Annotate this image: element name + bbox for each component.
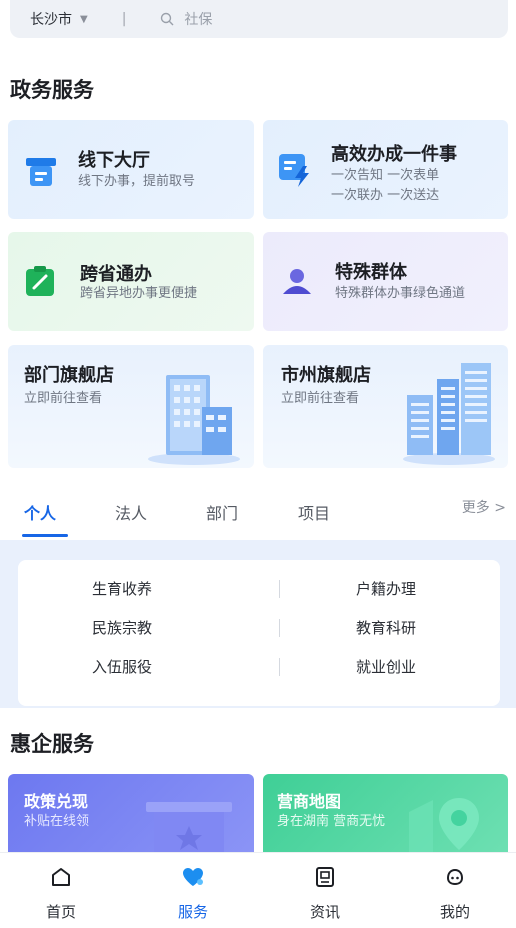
- clipboard-icon: [26, 266, 54, 296]
- card-business-map[interactable]: 营商地图 身在湖南 营商无忧: [263, 774, 508, 864]
- card-title: 部门旗舰店: [24, 365, 114, 386]
- card-title: 特殊群体: [335, 262, 407, 283]
- card-cross-province[interactable]: 跨省通办 跨省异地办事更便捷: [8, 232, 254, 331]
- nav-label: 服务: [177, 903, 208, 921]
- towers-icon: [403, 363, 495, 465]
- heart-icon: [183, 868, 203, 886]
- card-title: 跨省通办: [80, 264, 152, 285]
- hall-icon: [26, 158, 56, 186]
- building-icon: [148, 375, 240, 465]
- biz-services-title: 惠企服务: [10, 732, 94, 756]
- card-title: 线下大厅: [78, 150, 150, 171]
- profile-icon: [446, 868, 464, 886]
- card-subtitle: 线下办事，提前取号: [78, 174, 196, 189]
- card-city-store[interactable]: 市州旗舰店 立即前往查看: [263, 345, 508, 468]
- card-subtitle: 身在湖南 营商无忧: [277, 814, 386, 829]
- efficiency-icon: [279, 154, 309, 187]
- more-link[interactable]: 更多 >: [462, 497, 506, 517]
- group-icon: [283, 269, 311, 294]
- card-title: 市州旗舰店: [281, 365, 371, 386]
- card-dept-store[interactable]: 部门旗舰店 立即前往查看: [8, 345, 254, 468]
- card-subtitle-line2: 一次联办 一次送达: [331, 188, 440, 203]
- grid-item-education-research[interactable]: 教育科研: [356, 617, 416, 638]
- bottom-navigation: 首页 服务 资讯 我的: [0, 852, 516, 928]
- city-selector[interactable]: 长沙市: [30, 9, 72, 29]
- card-title: 营商地图: [277, 792, 342, 811]
- search-bar[interactable]: 长沙市 ▼ | 社保: [10, 0, 508, 38]
- search-icon: [161, 12, 174, 26]
- card-subtitle: 跨省异地办事更便捷: [80, 286, 198, 301]
- card-title: 高效办成一件事: [331, 144, 457, 165]
- nav-label: 我的: [439, 903, 470, 921]
- service-grid: [18, 560, 500, 706]
- search-divider: |: [121, 11, 127, 27]
- tab-legal-entity[interactable]: 法人: [115, 500, 147, 524]
- nav-profile[interactable]: 我的: [415, 853, 495, 928]
- search-input[interactable]: 社保: [184, 9, 212, 29]
- grid-item-ethnic-religion[interactable]: 民族宗教: [92, 617, 152, 638]
- gov-services-title: 政务服务: [10, 78, 94, 102]
- card-offline-hall[interactable]: 线下大厅 线下办事，提前取号: [8, 120, 254, 219]
- card-subtitle: 立即前往查看: [24, 391, 103, 406]
- news-icon: [316, 867, 334, 887]
- card-title: 政策兑现: [24, 792, 89, 811]
- card-policy-redemption[interactable]: 政策兑现 补贴在线领: [8, 774, 254, 864]
- card-subtitle: 补贴在线领: [24, 814, 90, 829]
- tab-project[interactable]: 项目: [298, 500, 330, 524]
- nav-label: 首页: [45, 903, 76, 921]
- card-subtitle-line1: 一次告知 一次表单: [331, 168, 440, 183]
- card-special-groups[interactable]: 特殊群体 特殊群体办事绿色通道: [263, 232, 508, 331]
- tab-department[interactable]: 部门: [206, 500, 238, 524]
- chevron-down-icon: ▼: [80, 13, 88, 25]
- home-icon: [52, 868, 70, 886]
- category-tabs: 个人 法人 部门 项目: [0, 490, 516, 538]
- grid-divider: [279, 658, 280, 676]
- tab-active-indicator: [22, 534, 68, 537]
- card-one-thing[interactable]: 高效办成一件事 一次告知 一次表单 一次联办 一次送达: [263, 120, 508, 219]
- grid-divider: [279, 619, 280, 637]
- nav-news[interactable]: 资讯: [285, 853, 365, 928]
- grid-divider: [279, 580, 280, 598]
- tab-personal[interactable]: 个人: [24, 500, 56, 524]
- grid-item-birth-adoption[interactable]: 生育收养: [92, 578, 152, 599]
- card-subtitle: 特殊群体办事绿色通道: [335, 286, 466, 301]
- grid-item-household-registration[interactable]: 户籍办理: [356, 578, 416, 599]
- card-subtitle: 立即前往查看: [281, 391, 360, 406]
- nav-label: 资讯: [309, 903, 340, 921]
- grid-item-employment[interactable]: 就业创业: [356, 656, 416, 677]
- nav-services[interactable]: 服务: [153, 853, 233, 928]
- grid-item-military-service[interactable]: 入伍服役: [92, 656, 152, 677]
- nav-home[interactable]: 首页: [21, 853, 101, 928]
